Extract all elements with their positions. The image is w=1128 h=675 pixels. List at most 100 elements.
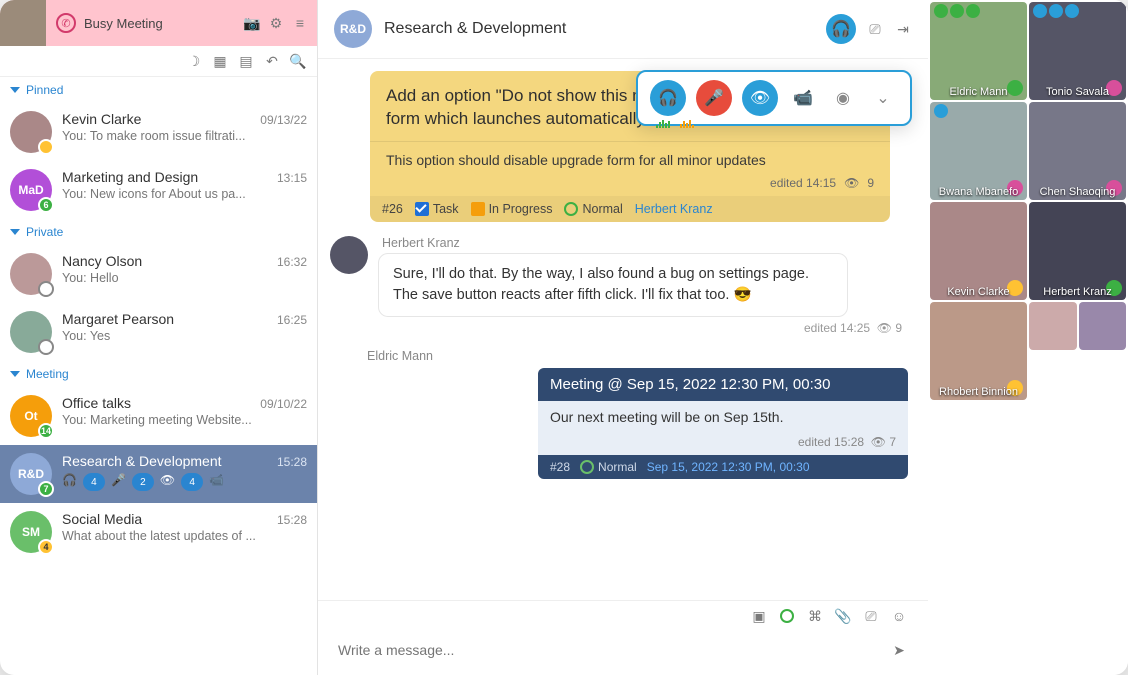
chat-item-office[interactable]: Ot14 Office talks09/10/22 You: Marketing… <box>0 387 317 445</box>
chat-item-social[interactable]: SM4 Social Media15:28 What about the lat… <box>0 503 317 561</box>
unread-badge: 4 <box>38 539 54 555</box>
avatar: SM4 <box>10 511 52 553</box>
menu-icon[interactable]: ≡ <box>291 14 309 32</box>
eye-icon: 👁 <box>871 435 886 449</box>
sidebar-toggle-icon[interactable]: ⇥ <box>894 20 912 38</box>
conversation-title: Research & Development <box>384 20 566 38</box>
chat-item-kevin[interactable]: Kevin Clarke09/13/22 You: To make room i… <box>0 103 317 161</box>
undo-icon[interactable]: ↶ <box>263 52 281 70</box>
chat-item-nancy[interactable]: Nancy Olson16:32 You: Hello <box>0 245 317 303</box>
unread-badge: 7 <box>38 481 54 497</box>
inprogress-icon <box>471 202 485 216</box>
eye-icon: 👁 <box>844 176 859 190</box>
call-participant-chips: 🎧4 🎤2 👁4 📹 <box>62 473 307 491</box>
phone-busy-icon: ✆ <box>56 13 76 33</box>
meeting-body: Our next meeting will be on Sep 15th. <box>538 401 908 433</box>
avatar <box>10 253 52 295</box>
gear-icon[interactable]: ⚙ <box>267 14 285 32</box>
avatar: Ot14 <box>10 395 52 437</box>
participant-tile[interactable]: Eldric Mann <box>930 2 1027 100</box>
chat-list: Pinned Kevin Clarke09/13/22 You: To make… <box>0 77 317 675</box>
attachment-icon[interactable]: 📎 <box>834 607 852 625</box>
chevron-down-icon <box>10 87 20 93</box>
headset-button[interactable]: 🎧 <box>650 80 686 116</box>
unread-badge: 14 <box>38 423 54 439</box>
section-meeting[interactable]: Meeting <box>0 361 317 387</box>
checklist-icon[interactable]: ▤ <box>237 52 255 70</box>
participant-tile[interactable]: Kevin Clarke <box>930 202 1027 300</box>
participant-tile[interactable]: Tonio Savala <box>1029 2 1126 100</box>
record-icon[interactable]: ⎚ <box>862 607 880 625</box>
section-pinned[interactable]: Pinned <box>0 77 317 103</box>
video-button[interactable]: 📹 <box>788 80 818 116</box>
participant-tile[interactable]: Herbert Kranz <box>1029 202 1126 300</box>
mic-icon <box>1049 4 1063 18</box>
message-block: Herbert Kranz Sure, I'll do that. By the… <box>330 236 908 335</box>
status-pill[interactable]: ✆ Busy Meeting <box>46 13 173 33</box>
emoji-icon[interactable]: ☺ <box>890 607 908 625</box>
chevron-down-icon <box>10 371 20 377</box>
message-bubble[interactable]: Sure, I'll do that. By the way, I also f… <box>378 253 848 317</box>
watch-button[interactable]: 👁 <box>742 80 778 116</box>
headset-button[interactable]: 🎧 <box>826 14 856 44</box>
calendar-icon[interactable]: ▦ <box>211 52 229 70</box>
headset-icon <box>934 4 948 18</box>
search-icon[interactable]: 🔍 <box>289 52 307 70</box>
camera-icon[interactable]: 📷 <box>243 14 261 32</box>
self-avatar[interactable] <box>0 0 46 46</box>
eye-icon: 👁 <box>877 321 892 335</box>
task-footer: #26 Task In Progress Normal Herbert Kran… <box>370 196 890 222</box>
mic-button[interactable]: 🎤 <box>696 80 732 116</box>
participant-tile-small[interactable] <box>1079 302 1127 350</box>
meeting-link[interactable]: Sep 15, 2022 12:30 PM, 00:30 <box>647 460 810 474</box>
participant-tile[interactable]: Rhobert Binnion <box>930 302 1027 400</box>
task-check-icon <box>415 202 429 216</box>
message-pane: Add an option "Do not show this message … <box>318 59 928 600</box>
moon-icon[interactable]: ☽ <box>185 52 203 70</box>
mic-icon <box>950 4 964 18</box>
message-input[interactable] <box>338 642 890 658</box>
avatar: MaD6 <box>10 169 52 211</box>
task-type: Task <box>415 202 459 216</box>
participant-tile-small[interactable] <box>1029 302 1077 350</box>
sender-avatar[interactable] <box>330 236 368 274</box>
participant-tile[interactable]: Bwana Mbanefo <box>930 102 1027 200</box>
meeting-footer: #28 Normal Sep 15, 2022 12:30 PM, 00:30 <box>538 455 908 479</box>
send-icon[interactable]: ➤ <box>890 641 908 659</box>
avatar <box>10 311 52 353</box>
audio-level-icon <box>656 120 670 128</box>
conversation-avatar[interactable]: R&D <box>334 10 372 48</box>
task-id: #26 <box>382 202 403 216</box>
screen-share-icon[interactable]: ⎚ <box>866 20 884 38</box>
priority-normal-icon <box>564 202 578 216</box>
section-private[interactable]: Private <box>0 219 317 245</box>
task-edited: edited 14:15 <box>770 176 836 190</box>
presence-offline-icon <box>38 281 54 297</box>
task-assignee[interactable]: Herbert Kranz <box>635 202 713 216</box>
task-views: 9 <box>867 176 874 190</box>
audio-level-icon <box>680 120 694 128</box>
chat-item-marketing[interactable]: MaD6 Marketing and Design13:15 You: New … <box>0 161 317 219</box>
chat-item-margaret[interactable]: Margaret Pearson16:25 You: Yes <box>0 303 317 361</box>
priority-icon[interactable] <box>778 607 796 625</box>
status-text: Busy Meeting <box>84 16 163 31</box>
presence-offline-icon <box>38 339 54 355</box>
meeting-title: Meeting @ Sep 15, 2022 12:30 PM, 00:30 <box>538 368 908 401</box>
priority-normal-icon <box>580 460 594 474</box>
participants-grid: Eldric Mann Tonio Savala Bwana Mbanefo C… <box>928 0 1128 675</box>
eye-icon <box>966 4 980 18</box>
task-icon[interactable]: ▣ <box>750 607 768 625</box>
code-icon[interactable]: ⌘ <box>806 607 824 625</box>
headset-icon <box>1033 4 1047 18</box>
chat-item-rd[interactable]: R&D7 Research & Development15:28 🎧4 🎤2 👁… <box>0 445 317 503</box>
priority-ring-icon <box>780 609 794 623</box>
message-sender: Herbert Kranz <box>382 236 908 250</box>
meeting-card[interactable]: Meeting @ Sep 15, 2022 12:30 PM, 00:30 O… <box>538 368 908 479</box>
avatar: R&D7 <box>10 453 52 495</box>
participant-tile[interactable]: Chen Shaoqing <box>1029 102 1126 200</box>
chevron-down-icon <box>10 229 20 235</box>
chevron-down-icon[interactable]: ⌄ <box>868 80 898 116</box>
composer-toolbar: ▣ ⌘ 📎 ⎚ ☺ <box>318 600 928 631</box>
conversation-header: R&D Research & Development 🎧 ⎚ ⇥ <box>318 0 928 59</box>
record-button[interactable]: ◉ <box>828 80 858 116</box>
